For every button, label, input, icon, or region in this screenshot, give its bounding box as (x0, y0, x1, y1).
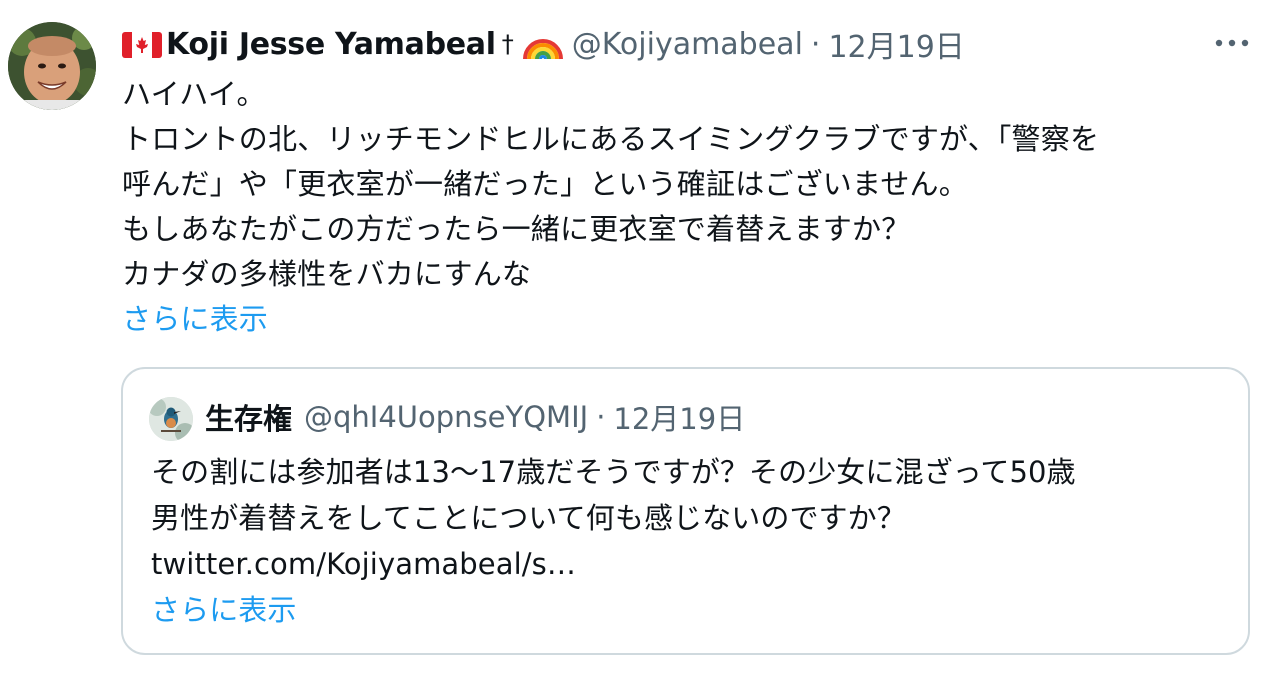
tweet[interactable]: Koji Jesse Yamabeal † @Kojiyamabeal · 12… (0, 0, 1280, 690)
tweet-date[interactable]: 12月19日 (828, 22, 964, 66)
quoted-text-line: その割には参加者は13〜17歳だそうですが？その少女に混ざって50歳 (151, 455, 1076, 489)
tweet-text-line: トロントの北、リッチモンドヒルにあるスイミングクラブですが、「警察を (122, 122, 1100, 156)
rainbow-icon (522, 39, 563, 60)
tweet-text-line: もしあなたがこの方だったら一緒に更衣室で着替えますか？ (122, 212, 911, 246)
quoted-text-link[interactable]: twitter.com/Kojiyamabeal/s… (151, 541, 1231, 587)
tweet-header: Koji Jesse Yamabeal † @Kojiyamabeal · 12… (122, 22, 965, 66)
tweet-text-line: 呼んだ」や「更衣室が一緒だった」という確証はございません。 (122, 167, 968, 201)
author-avatar[interactable] (8, 22, 96, 110)
tweet-text-line: ハイハイ。 (122, 77, 266, 111)
quoted-header-separator: · (596, 400, 606, 434)
quoted-author-avatar[interactable] (149, 397, 193, 441)
author-display-name[interactable]: Koji Jesse Yamabeal (166, 27, 496, 62)
canada-flag-icon (122, 32, 162, 58)
quoted-tweet-text: その割には参加者は13〜17歳だそうですが？その少女に混ざって50歳 男性が着替… (151, 449, 1231, 633)
author-dagger: † (501, 30, 514, 58)
quoted-text-line: 男性が着替えをしてことについて何も感じないのですか？ (151, 501, 906, 535)
show-more-link[interactable]: さらに表示 (122, 297, 1262, 342)
author-handle[interactable]: @Kojiyamabeal (572, 27, 803, 62)
quoted-tweet[interactable]: 生存権 @qhI4UopnseYQMIJ · 12月19日 その割には参加者は1… (121, 367, 1250, 655)
quoted-author-display-name[interactable]: 生存権 (205, 396, 292, 438)
header-separator: · (810, 26, 821, 62)
more-horizontal-icon[interactable] (1212, 28, 1252, 58)
quoted-show-more-link[interactable]: さらに表示 (151, 587, 1231, 633)
quoted-author-handle[interactable]: @qhI4UopnseYQMIJ (304, 400, 588, 434)
tweet-text: ハイハイ。 トロントの北、リッチモンドヒルにあるスイミングクラブですが、「警察を… (122, 72, 1262, 342)
quoted-tweet-header: 生存権 @qhI4UopnseYQMIJ · 12月19日 (205, 395, 745, 439)
tweet-text-line: カナダの多様性をバカにすんな (122, 257, 532, 291)
quoted-tweet-date[interactable]: 12月19日 (613, 396, 745, 438)
